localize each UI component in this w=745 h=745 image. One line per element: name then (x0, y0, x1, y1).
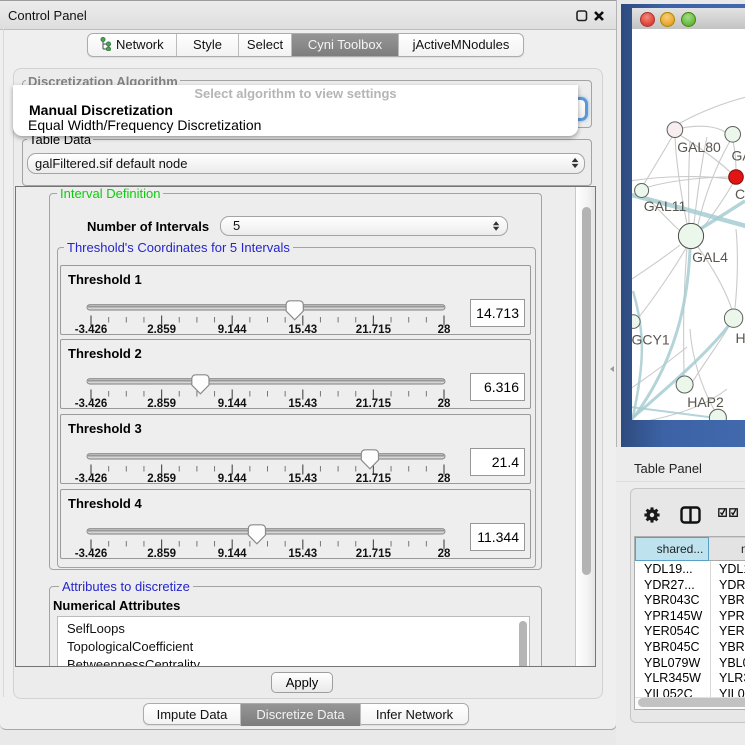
svg-text:9.144: 9.144 (218, 473, 247, 483)
svg-text:GAL80: GAL80 (677, 139, 721, 155)
svg-text:9.144: 9.144 (218, 324, 247, 334)
svg-text:21.715: 21.715 (356, 548, 392, 558)
svg-text:GCY1: GCY1 (632, 332, 670, 348)
svg-text:CD: CD (735, 186, 745, 202)
svg-text:-3.426: -3.426 (75, 473, 108, 483)
svg-text:21.715: 21.715 (356, 324, 392, 334)
svg-text:-3.426: -3.426 (75, 324, 108, 334)
svg-text:GAL1: GAL1 (732, 148, 745, 164)
svg-text:HI: HI (736, 330, 745, 346)
svg-text:21.715: 21.715 (356, 473, 392, 483)
svg-text:9.144: 9.144 (218, 398, 247, 408)
svg-text:2.859: 2.859 (147, 473, 176, 483)
svg-text:-3.426: -3.426 (75, 548, 108, 558)
svg-text:2.859: 2.859 (147, 548, 176, 558)
svg-text:28: 28 (438, 548, 451, 558)
svg-text:28: 28 (438, 324, 451, 334)
svg-text:2.859: 2.859 (147, 324, 176, 334)
svg-text:28: 28 (438, 398, 451, 408)
svg-text:GAL11: GAL11 (644, 198, 687, 214)
svg-text:HAP2: HAP2 (687, 394, 724, 410)
svg-text:28: 28 (438, 473, 451, 483)
svg-text:2.859: 2.859 (147, 398, 176, 408)
svg-text:15.43: 15.43 (288, 548, 317, 558)
svg-text:15.43: 15.43 (288, 324, 317, 334)
svg-text:-3.426: -3.426 (75, 398, 108, 408)
svg-text:9.144: 9.144 (218, 548, 247, 558)
svg-text:21.715: 21.715 (356, 398, 392, 408)
svg-text:15.43: 15.43 (288, 398, 317, 408)
svg-text:15.43: 15.43 (288, 473, 317, 483)
svg-text:GAL4: GAL4 (692, 249, 728, 265)
